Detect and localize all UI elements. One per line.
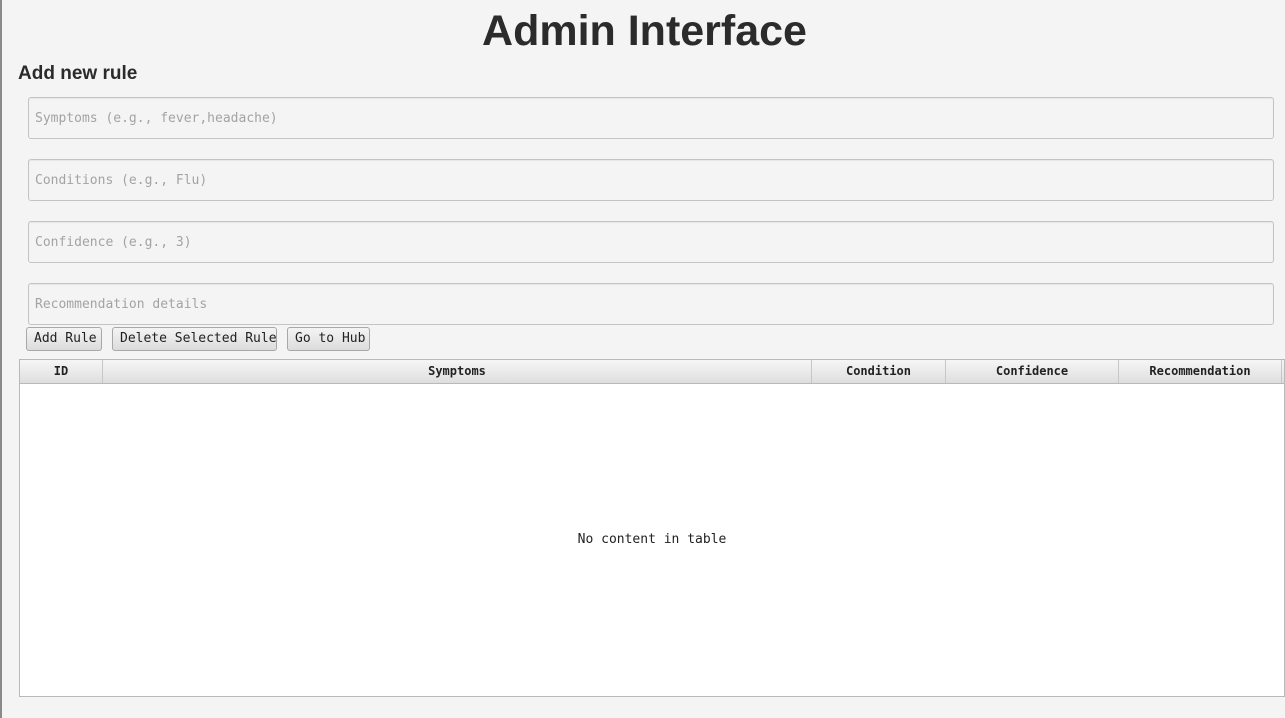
- table-header: ID Symptoms Condition Confidence Recomme…: [20, 360, 1284, 384]
- column-header-condition[interactable]: Condition: [812, 360, 946, 383]
- admin-window: Admin Interface Add new rule Add Rule De…: [0, 0, 1285, 718]
- symptoms-input[interactable]: [28, 97, 1274, 139]
- page-title: Admin Interface: [482, 7, 807, 55]
- recommendation-input[interactable]: [28, 283, 1274, 325]
- column-header-confidence[interactable]: Confidence: [946, 360, 1119, 383]
- confidence-input[interactable]: [28, 221, 1274, 263]
- section-title-add-rule: Add new rule: [18, 63, 138, 84]
- column-header-recommendation[interactable]: Recommendation: [1119, 360, 1282, 383]
- table-empty-message: No content in table: [577, 532, 727, 547]
- go-to-hub-button[interactable]: Go to Hub: [287, 327, 370, 351]
- column-header-id[interactable]: ID: [20, 360, 103, 383]
- delete-selected-rule-button[interactable]: Delete Selected Rule: [112, 327, 277, 351]
- rules-table[interactable]: ID Symptoms Condition Confidence Recomme…: [19, 359, 1285, 697]
- add-rule-button[interactable]: Add Rule: [26, 327, 102, 351]
- conditions-input[interactable]: [28, 159, 1274, 201]
- column-header-symptoms[interactable]: Symptoms: [103, 360, 812, 383]
